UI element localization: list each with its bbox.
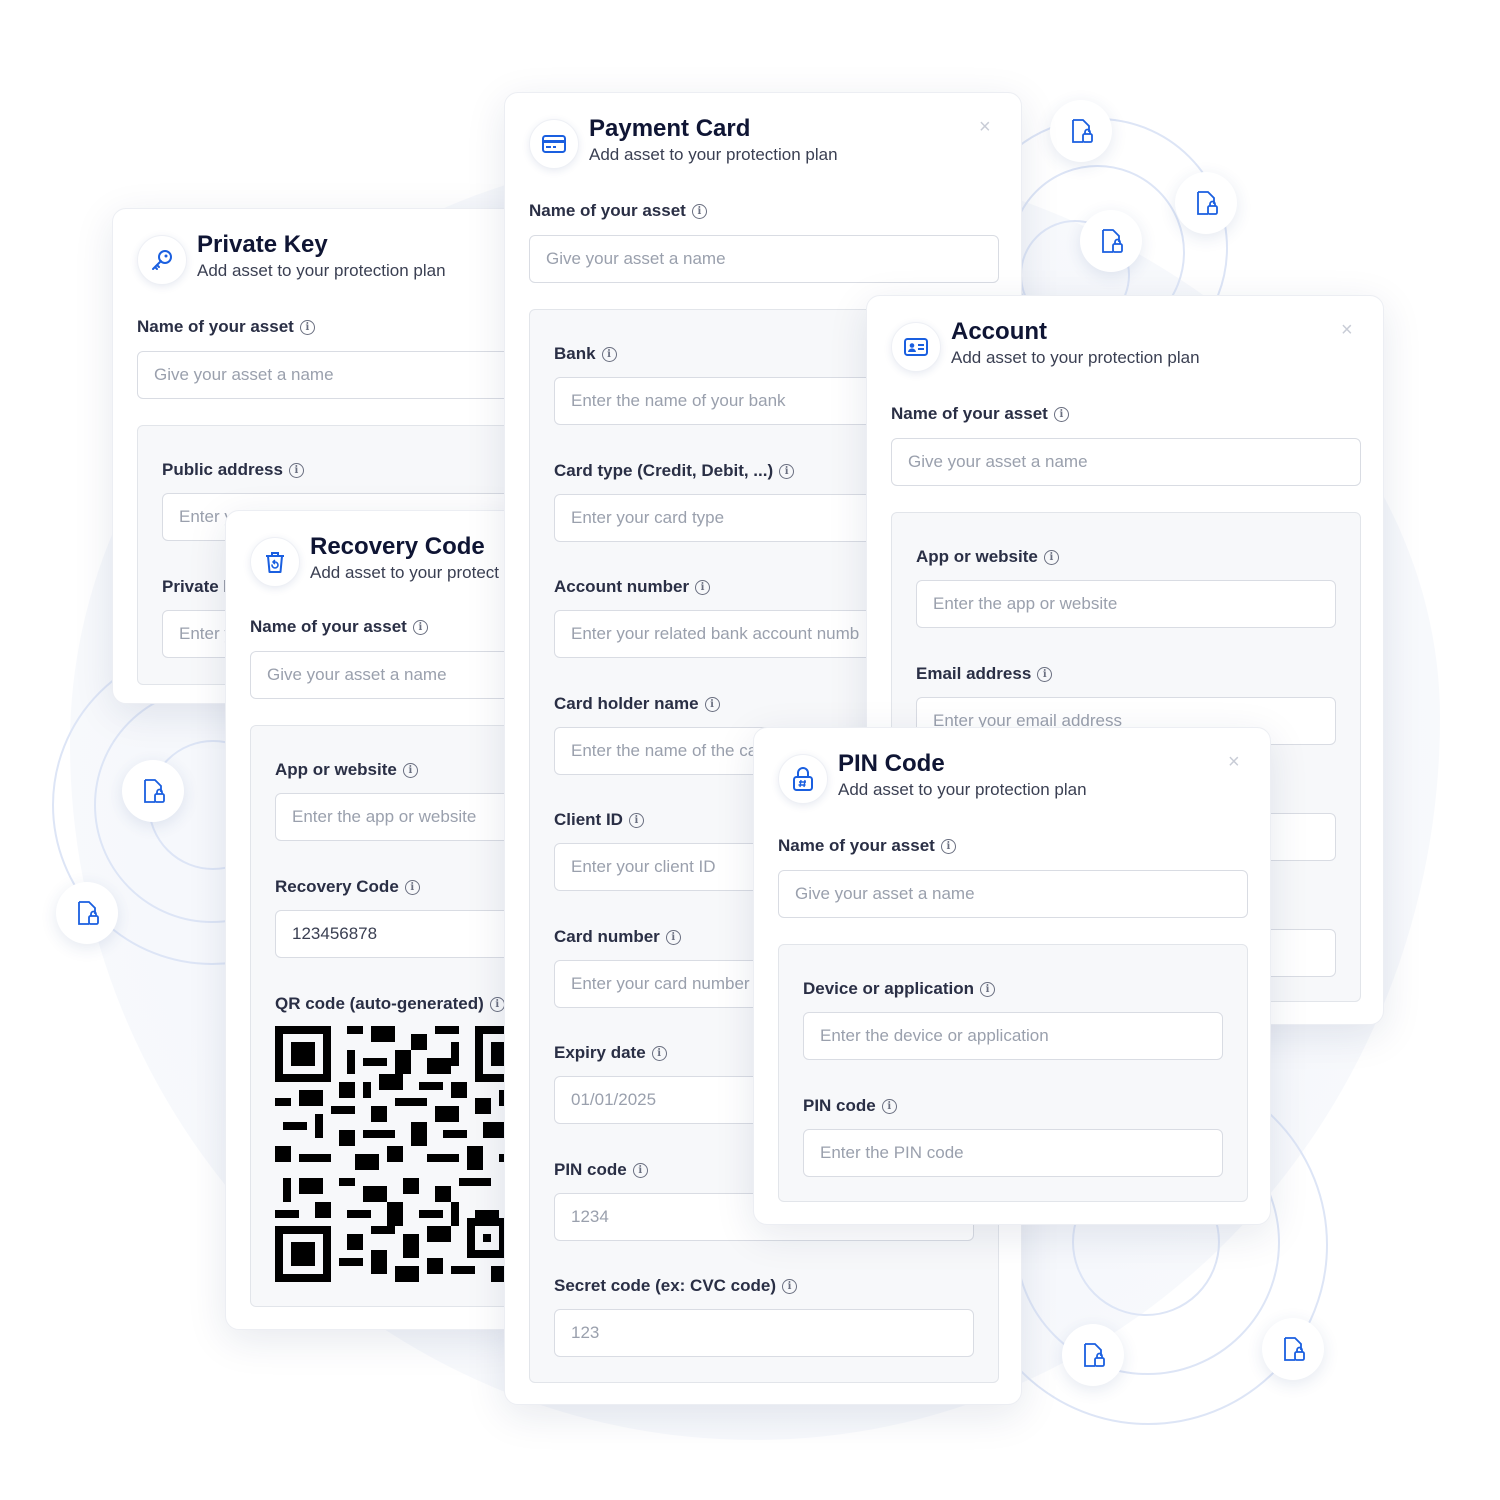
card-type-label: Card type (Credit, Debit, ...) i <box>554 461 795 481</box>
info-icon: i <box>632 1162 648 1178</box>
info-icon: i <box>1037 666 1053 682</box>
lock-hash-icon <box>778 754 828 804</box>
card-header: Private Key Add asset to your protection… <box>137 231 446 285</box>
app-website-label: App or website i <box>275 760 418 780</box>
card-subtitle: Add asset to your protection plan <box>951 348 1200 367</box>
info-icon: i <box>1043 549 1059 565</box>
info-icon: i <box>412 619 428 635</box>
info-icon: i <box>704 696 720 712</box>
card-title: Account <box>951 318 1047 345</box>
device-application-label: Device or application i <box>803 979 995 999</box>
info-icon: i <box>402 762 418 778</box>
recovery-code-input[interactable]: 123456878 <box>275 910 524 958</box>
card-subtitle: Add asset to your protect <box>310 563 499 582</box>
card-header: PIN Code Add asset to your protection pl… <box>778 750 1087 804</box>
email-address-label: Email address i <box>916 664 1053 684</box>
info-icon: i <box>691 203 707 219</box>
close-icon[interactable]: × <box>979 117 991 137</box>
info-icon: i <box>404 879 420 895</box>
card-subtitle: Add asset to your protection plan <box>589 145 838 164</box>
info-icon: i <box>881 1098 897 1114</box>
info-icon: i <box>695 579 711 595</box>
secret-code-input[interactable]: 123 <box>554 1309 974 1357</box>
document-lock-icon <box>56 882 118 944</box>
info-icon: i <box>940 838 956 854</box>
recovery-code-label: Recovery Code i <box>275 877 420 897</box>
name-label: Name of your asset i <box>778 836 956 856</box>
card-header: Account Add asset to your protection pla… <box>891 318 1200 372</box>
card-header: Recovery Code Add asset to your protect <box>250 533 499 587</box>
info-icon: i <box>651 1045 667 1061</box>
client-id-label: Client ID i <box>554 810 644 830</box>
id-card-icon <box>891 322 941 372</box>
app-website-input[interactable]: Enter the app or website <box>275 793 524 841</box>
secret-code-label: Secret code (ex: CVC code) i <box>554 1276 798 1296</box>
info-icon: i <box>628 812 644 828</box>
card-title: Payment Card <box>589 115 751 142</box>
fields-group: App or website i Enter the app or website… <box>250 725 524 1307</box>
card-title: PIN Code <box>838 750 945 777</box>
key-icon <box>137 235 187 285</box>
document-lock-icon <box>122 760 184 822</box>
app-website-label: App or website i <box>916 547 1059 567</box>
card-holder-label: Card holder name i <box>554 694 720 714</box>
card-title: Recovery Code <box>310 533 485 560</box>
recovery-code-card: Recovery Code Add asset to your protect … <box>225 510 525 1330</box>
card-title: Private Key <box>197 231 328 258</box>
close-icon[interactable]: × <box>1341 320 1353 340</box>
asset-name-input[interactable]: Give your asset a name <box>778 870 1248 918</box>
asset-name-input[interactable]: Give your asset a name <box>250 651 524 699</box>
close-icon[interactable]: × <box>1228 752 1240 772</box>
document-lock-icon <box>1050 100 1112 162</box>
recycle-bin-icon <box>250 537 300 587</box>
info-icon: i <box>299 319 315 335</box>
name-label: Name of your asset i <box>529 201 707 221</box>
info-icon: i <box>779 463 795 479</box>
card-number-label: Card number i <box>554 927 681 947</box>
bank-label: Bank i <box>554 344 617 364</box>
qr-code-label: QR code (auto-generated) i <box>275 994 505 1014</box>
credit-card-icon <box>529 119 579 169</box>
app-website-input[interactable]: Enter the app or website <box>916 580 1336 628</box>
fields-group: Device or application i Enter the device … <box>778 944 1248 1202</box>
document-lock-icon <box>1062 1324 1124 1386</box>
expiry-date-label: Expiry date i <box>554 1043 667 1063</box>
account-number-label: Account number i <box>554 577 711 597</box>
device-application-input[interactable]: Enter the device or application <box>803 1012 1223 1060</box>
card-subtitle: Add asset to your protection plan <box>197 261 446 280</box>
info-icon: i <box>1053 406 1069 422</box>
name-label: Name of your asset i <box>137 317 315 337</box>
qr-code-image <box>275 1026 524 1282</box>
info-icon: i <box>665 929 681 945</box>
document-lock-icon <box>1175 172 1237 234</box>
asset-name-input[interactable]: Give your asset a name <box>137 351 531 399</box>
pin-code-card: PIN Code Add asset to your protection pl… <box>753 727 1271 1225</box>
pin-code-input[interactable]: Enter the PIN code <box>803 1129 1223 1177</box>
info-icon: i <box>980 981 995 997</box>
name-label: Name of your asset i <box>891 404 1069 424</box>
document-lock-icon <box>1080 210 1142 272</box>
name-label: Name of your asset i <box>250 617 428 637</box>
public-address-label: Public address i <box>162 460 304 480</box>
card-header: Payment Card Add asset to your protectio… <box>529 115 838 169</box>
private-key-label: Private k <box>162 577 233 596</box>
info-icon: i <box>782 1278 798 1294</box>
asset-name-input[interactable]: Give your asset a name <box>891 438 1361 486</box>
pin-code-label: PIN code i <box>803 1096 897 1116</box>
pin-code-label: PIN code i <box>554 1160 648 1180</box>
info-icon: i <box>601 346 617 362</box>
info-icon: i <box>489 996 505 1012</box>
card-subtitle: Add asset to your protection plan <box>838 780 1087 799</box>
document-lock-icon <box>1262 1318 1324 1380</box>
info-icon: i <box>288 462 304 478</box>
asset-name-input[interactable]: Give your asset a name <box>529 235 999 283</box>
